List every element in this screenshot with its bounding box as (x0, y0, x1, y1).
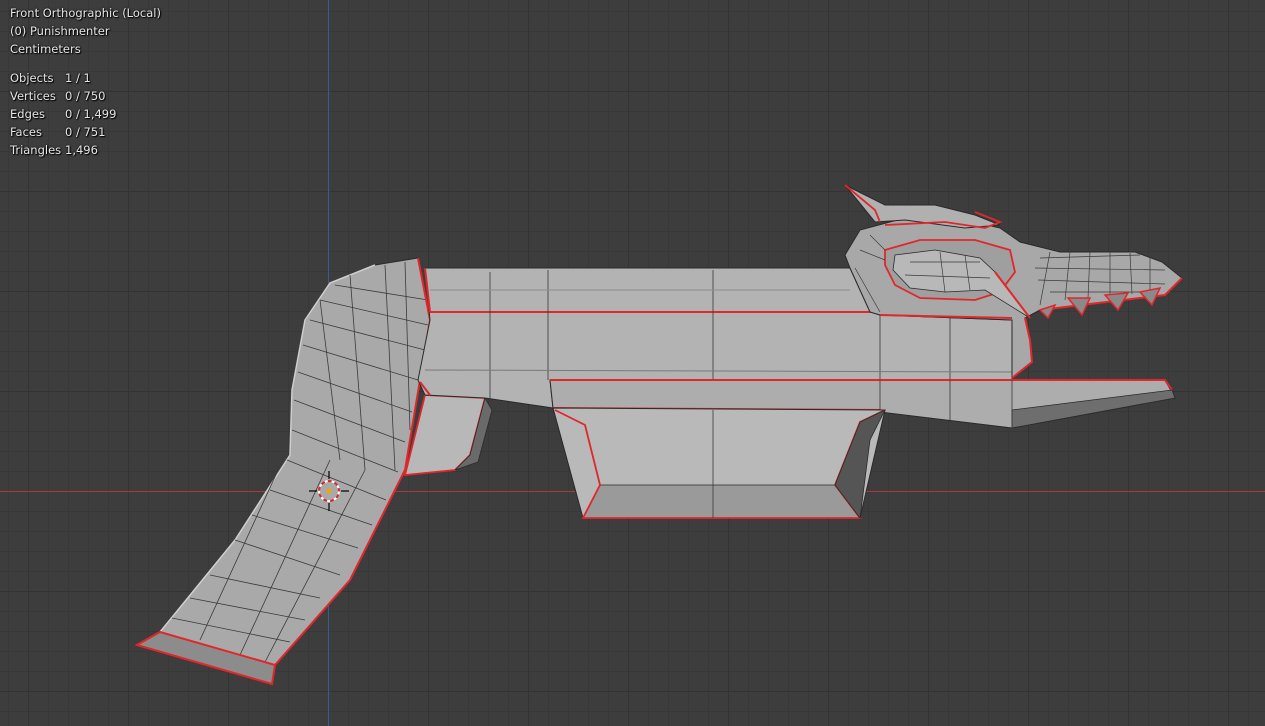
stat-row-objects: Objects 1 / 1 (10, 69, 116, 87)
statistics-table: Objects 1 / 1 Vertices 0 / 750 Edges 0 /… (10, 69, 116, 159)
object-name-text: (0) Punishmenter (10, 24, 110, 38)
stat-value: 1 / 1 (65, 71, 91, 85)
stat-value: 1,496 (65, 143, 98, 157)
stat-row-edges: Edges 0 / 1,499 (10, 105, 116, 123)
units-text: Centimeters (10, 42, 81, 56)
stat-row-vertices: Vertices 0 / 750 (10, 87, 116, 105)
stat-value: 0 / 751 (65, 125, 106, 139)
trigger-block[interactable] (403, 394, 493, 477)
stat-row-triangles: Triangles 1,496 (10, 141, 116, 159)
stat-label: Objects (10, 71, 54, 85)
stat-label: Vertices (10, 89, 56, 103)
stat-label: Edges (10, 107, 45, 121)
mesh-object[interactable] (0, 0, 1265, 726)
stat-label: Faces (10, 125, 42, 139)
view-name-text: Front Orthographic (Local) (10, 6, 161, 20)
stat-value: 0 / 1,499 (65, 107, 117, 121)
lower-box[interactable] (552, 407, 886, 520)
stat-label: Triangles (10, 143, 62, 157)
gun-grip[interactable] (134, 257, 431, 686)
stat-value: 0 / 750 (65, 89, 106, 103)
viewport-info-overlay: Front Orthographic (Local) (0) Punishmen… (10, 4, 161, 159)
stat-row-faces: Faces 0 / 751 (10, 123, 116, 141)
